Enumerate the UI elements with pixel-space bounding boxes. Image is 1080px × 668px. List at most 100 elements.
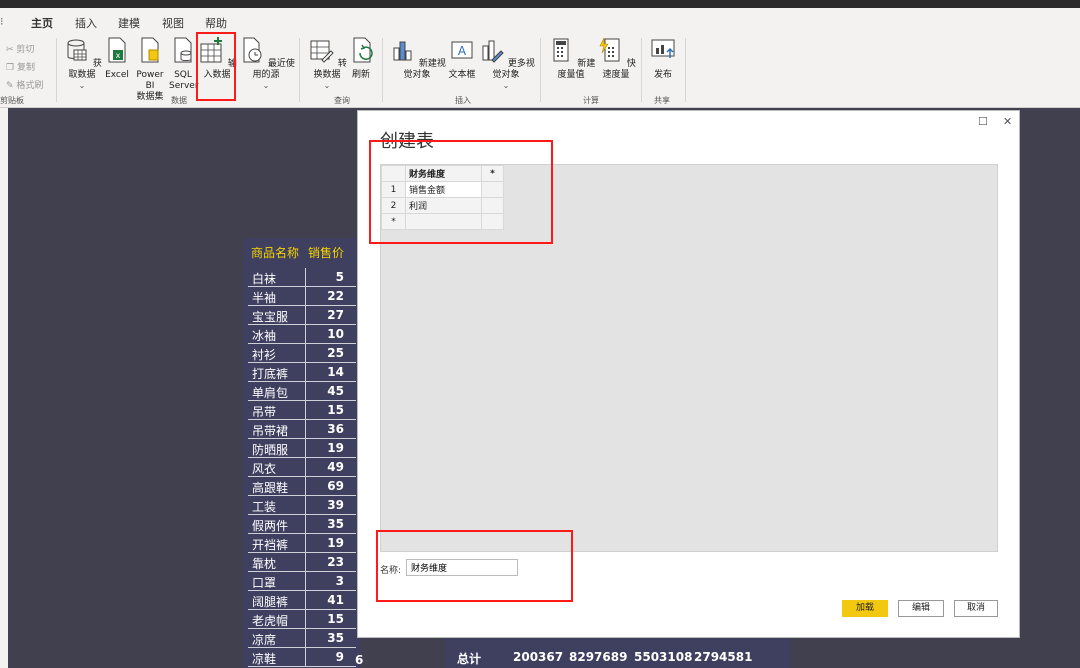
table-row: 风衣 49 (248, 458, 356, 477)
ribbon: ✂ 剪切 ❐ 复制 ✎ 格式刷 剪贴板 获取数据 ⌄ x Excel Power … (0, 34, 1080, 108)
column-divider (305, 439, 306, 458)
table-row: 冰袖 10 (248, 325, 356, 344)
file-tab-edge[interactable]: ⁝ (0, 15, 4, 28)
sql-icon (174, 37, 192, 63)
tab-help[interactable]: 帮助 (205, 15, 227, 31)
new-measure-button[interactable]: 新建度量值 (546, 36, 596, 81)
separator (641, 38, 642, 102)
price-cell: 5 (335, 270, 344, 284)
load-button[interactable]: 加载 (842, 600, 888, 617)
table-row: 吊带裙 36 (248, 420, 356, 439)
separator (685, 38, 686, 102)
table-row: 宝宝服 27 (248, 306, 356, 325)
column-divider (305, 591, 306, 610)
tab-modeling[interactable]: 建模 (118, 15, 140, 31)
product-name-cell: 口罩 (252, 576, 277, 590)
table-row: 防晒服 19 (248, 439, 356, 458)
column-divider (305, 344, 306, 363)
group-label-calc: 计算 (583, 96, 599, 105)
maximize-button[interactable]: ☐ (978, 115, 988, 128)
tab-home[interactable]: 主页 (31, 15, 53, 36)
product-name-cell: 老虎帽 (252, 614, 289, 628)
chevron-down-icon: ⌄ (323, 81, 331, 90)
table-header-name: 商品名称 (251, 246, 300, 260)
product-name-cell: 风衣 (252, 462, 277, 476)
column-divider (305, 477, 306, 496)
textbox-icon: A (451, 41, 473, 59)
format-painter-button[interactable]: ✎ 格式刷 (6, 78, 43, 91)
table-row: 打底裤 14 (248, 363, 356, 382)
table-row: 凉席 35 (248, 629, 356, 648)
separator (299, 38, 300, 102)
price-cell: 27 (327, 308, 344, 322)
price-cell: 35 (327, 631, 344, 645)
database-icon (67, 39, 87, 61)
refresh-button[interactable]: 刷新 (349, 36, 373, 81)
price-cell: 35 (327, 517, 344, 531)
price-cell: 19 (327, 536, 344, 550)
dataset-icon (141, 37, 159, 63)
product-name-cell: 工装 (252, 500, 277, 514)
refresh-icon (353, 37, 373, 63)
cancel-button[interactable]: 取消 (954, 600, 998, 617)
bar-chart-icon (393, 41, 412, 61)
copy-button[interactable]: ❐ 复制 (6, 60, 35, 73)
column-divider (305, 534, 306, 553)
product-name-cell: 高跟鞋 (252, 481, 289, 495)
column-divider (305, 496, 306, 515)
column-divider (305, 268, 306, 287)
textbox-button[interactable]: A 文本框 (447, 36, 477, 81)
table-row: 衬衫 25 (248, 344, 356, 363)
chevron-down-icon: ⌄ (78, 81, 86, 90)
report-table-visual[interactable]: 商品名称 销售价 白袜 5 半袖 22 宝宝服 27 冰袖 10 衬衫 25 打底裤 14 单肩包 45 吊… (243, 238, 361, 668)
price-cell: 39 (327, 498, 344, 512)
new-visual-button[interactable]: 新建视觉对象 (388, 36, 446, 81)
separator (540, 38, 541, 102)
table-row: 高跟鞋 69 (248, 477, 356, 496)
column-divider (305, 287, 306, 306)
recent-sources-button[interactable]: 最近使用的源 ⌄ (237, 36, 295, 90)
left-pane-edge (0, 108, 8, 668)
column-divider (305, 363, 306, 382)
table-header-price: 销售价 (308, 246, 345, 260)
summary-value: 5503108 (634, 650, 693, 664)
group-label-clipboard: 剪贴板 (0, 96, 24, 105)
edit-button[interactable]: 编辑 (898, 600, 944, 617)
highlight-name (376, 530, 573, 602)
product-name-cell: 冰袖 (252, 329, 277, 343)
column-divider (305, 553, 306, 572)
table-row: 靠枕 23 (248, 553, 356, 572)
excel-button[interactable]: x Excel (103, 36, 131, 81)
column-divider (305, 629, 306, 648)
more-visuals-button[interactable]: 更多视觉对象 ⌄ (477, 36, 535, 90)
summary-value: 8297689 (569, 650, 628, 664)
tab-view[interactable]: 视图 (162, 15, 184, 31)
column-divider (305, 572, 306, 591)
sql-server-button[interactable]: SQL Server (169, 36, 199, 92)
column-divider (305, 610, 306, 629)
cut-button[interactable]: ✂ 剪切 (6, 42, 34, 55)
column-divider (305, 515, 306, 534)
table-row: 口罩 3 (248, 572, 356, 591)
more-visuals-icon (482, 40, 504, 63)
table-row: 单肩包 45 (248, 382, 356, 401)
group-label-data: 数据 (171, 96, 187, 105)
publish-button[interactable]: 发布 (648, 36, 678, 81)
price-cell: 36 (327, 422, 344, 436)
product-name-cell: 靠枕 (252, 557, 277, 571)
powerbi-dataset-button[interactable]: Power BI 数据集 (131, 36, 169, 103)
table-row: 假两件 35 (248, 515, 356, 534)
get-data-button[interactable]: 获取数据 ⌄ (61, 36, 103, 90)
column-divider (305, 420, 306, 439)
price-cell: 9 (335, 650, 344, 664)
quick-measure-button[interactable]: 快速度量 (596, 36, 636, 81)
product-name-cell: 白袜 (252, 272, 277, 286)
price-cell: 15 (327, 403, 344, 417)
transform-data-button[interactable]: 转换数据 ⌄ (306, 36, 348, 90)
scissors-icon: ✂ (6, 45, 14, 55)
close-button[interactable]: ✕ (1003, 115, 1012, 128)
table-row: 凉鞋 9 (248, 648, 356, 667)
group-label-query: 查询 (334, 96, 350, 105)
tab-insert[interactable]: 插入 (75, 15, 97, 31)
product-name-cell: 开裆裤 (252, 538, 289, 552)
